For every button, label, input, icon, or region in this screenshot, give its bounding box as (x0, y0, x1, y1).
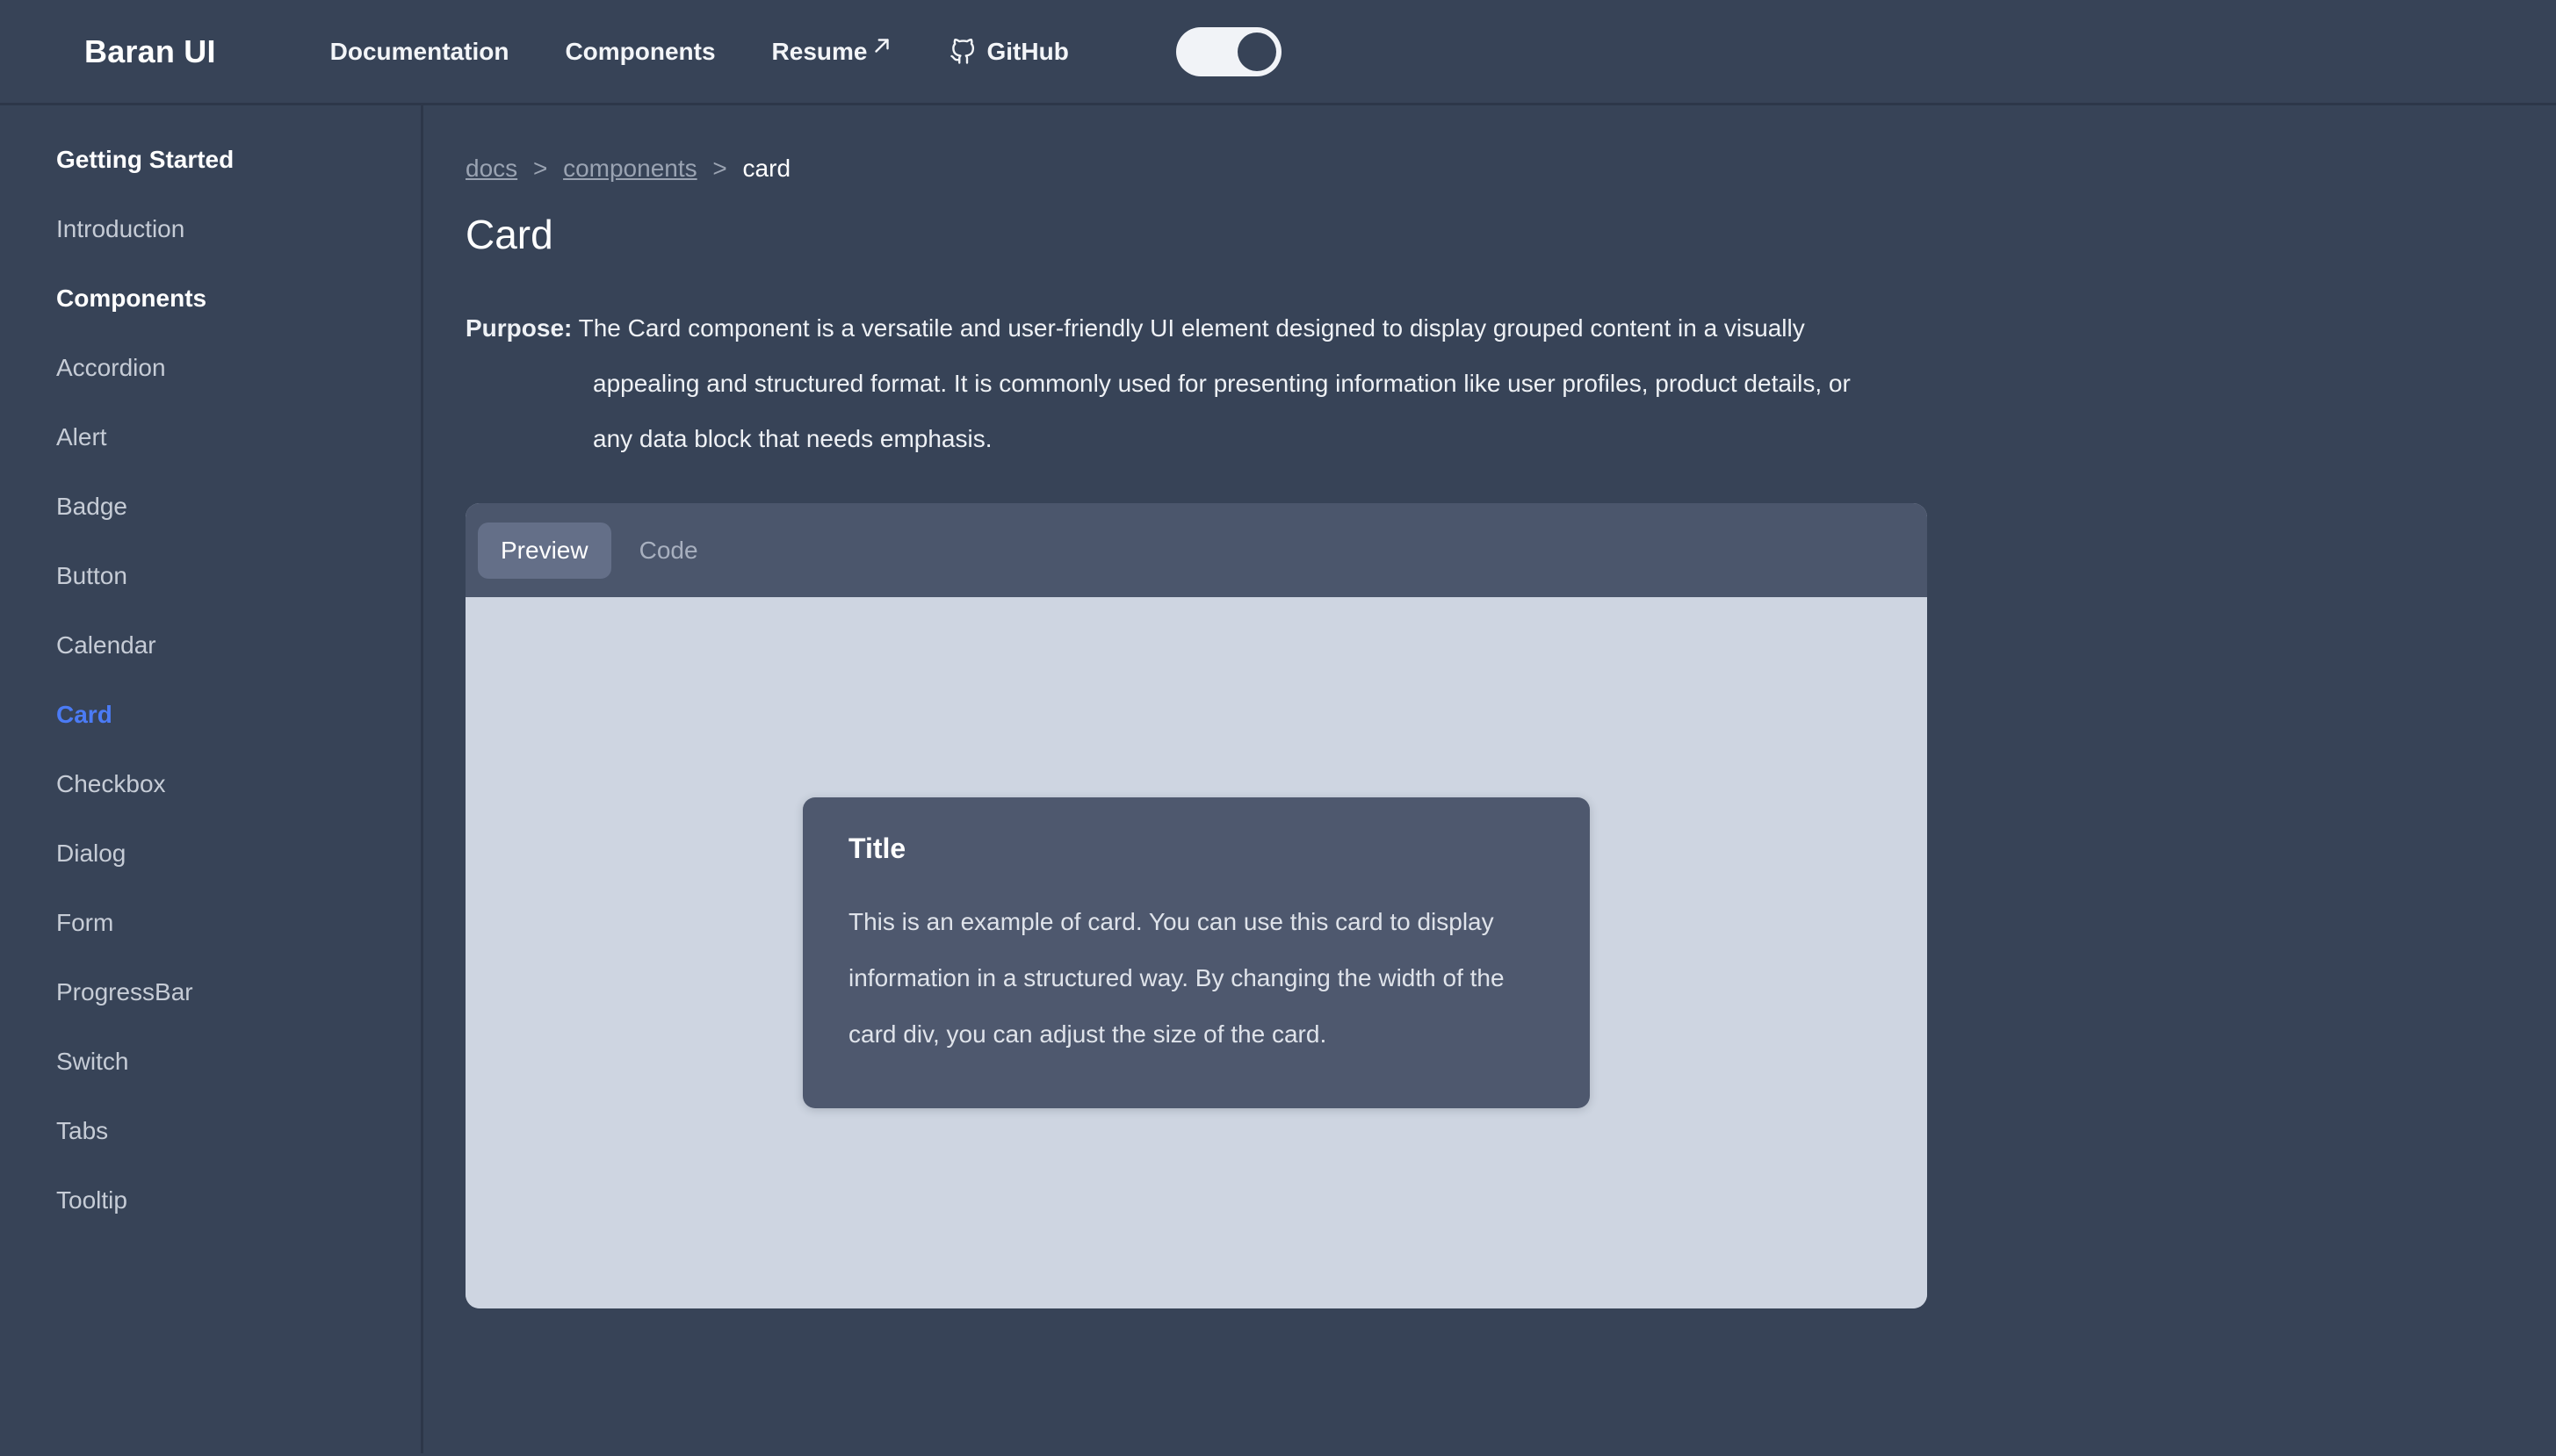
sidebar-item-getting-started[interactable]: Getting Started (56, 148, 421, 172)
external-link-arrow-icon (870, 34, 893, 57)
tab-preview[interactable]: Preview (478, 522, 611, 579)
demo-card-title: Title (848, 833, 906, 864)
nav-label-resume: Resume (771, 37, 868, 65)
purpose-label: Purpose: (466, 314, 573, 342)
main-content: docs > components > card Card Purpose: T… (423, 105, 2556, 1453)
breadcrumb-item-components[interactable]: components (563, 155, 697, 182)
demo-card: Title This is an example of card. You ca… (803, 797, 1590, 1108)
theme-toggle[interactable] (1175, 26, 1282, 76)
sidebar-item-alert[interactable]: Alert (56, 425, 421, 450)
sidebar-item-card[interactable]: Card (56, 703, 421, 727)
sidebar-item-form[interactable]: Form (56, 911, 421, 935)
breadcrumb: docs > components > card (466, 156, 2556, 181)
page-title: Card (466, 212, 553, 257)
sidebar-item-progressbar[interactable]: ProgressBar (56, 980, 421, 1005)
app-header: Baran UI Documentation Components Resume (0, 0, 2556, 105)
breadcrumb-separator: > (532, 155, 548, 182)
sidebar-item-components[interactable]: Components (56, 286, 421, 311)
sidebar-item-calendar[interactable]: Calendar (56, 633, 421, 658)
page-shell: Getting Started Introduction Components … (0, 105, 2556, 1453)
breadcrumb-separator: > (712, 155, 727, 182)
demo-card-body: This is an example of card. You can use … (848, 908, 1505, 1048)
nav-label-github: GitHub (986, 37, 1069, 65)
component-demo-panel: Preview Code Title This is an example of… (466, 503, 1927, 1308)
purpose-text: The Card component is a versatile and us… (572, 314, 1851, 452)
sidebar-nav: Getting Started Introduction Components … (0, 105, 423, 1453)
nav-link-documentation[interactable]: Documentation (329, 37, 509, 65)
nav-link-components[interactable]: Components (565, 37, 716, 65)
nav-label-components: Components (565, 37, 716, 65)
sidebar-item-dialog[interactable]: Dialog (56, 841, 421, 866)
nav-link-github[interactable]: GitHub (949, 37, 1069, 65)
breadcrumb-item-docs[interactable]: docs (466, 155, 517, 182)
breadcrumb-item-card: card (742, 155, 791, 182)
sidebar-item-button[interactable]: Button (56, 564, 421, 588)
sidebar-item-checkbox[interactable]: Checkbox (56, 772, 421, 796)
purpose-paragraph: Purpose: The Card component is a versati… (466, 300, 1888, 466)
sidebar-item-introduction[interactable]: Introduction (56, 217, 421, 241)
primary-nav: Documentation Components Resume GitHub (329, 26, 1282, 76)
sidebar-item-tabs[interactable]: Tabs (56, 1119, 421, 1143)
sidebar-item-tooltip[interactable]: Tooltip (56, 1188, 421, 1213)
demo-tabstrip: Preview Code (466, 503, 1927, 597)
github-icon (949, 38, 976, 65)
tab-code[interactable]: Code (617, 523, 721, 579)
preview-stage: Title This is an example of card. You ca… (466, 597, 1927, 1308)
nav-link-resume[interactable]: Resume (771, 37, 894, 65)
nav-label-documentation: Documentation (329, 37, 509, 65)
theme-toggle-knob (1237, 32, 1276, 71)
sidebar-item-switch[interactable]: Switch (56, 1049, 421, 1074)
sidebar-item-accordion[interactable]: Accordion (56, 356, 421, 380)
sidebar-item-badge[interactable]: Badge (56, 494, 421, 519)
brand-logo[interactable]: Baran UI (84, 33, 216, 70)
